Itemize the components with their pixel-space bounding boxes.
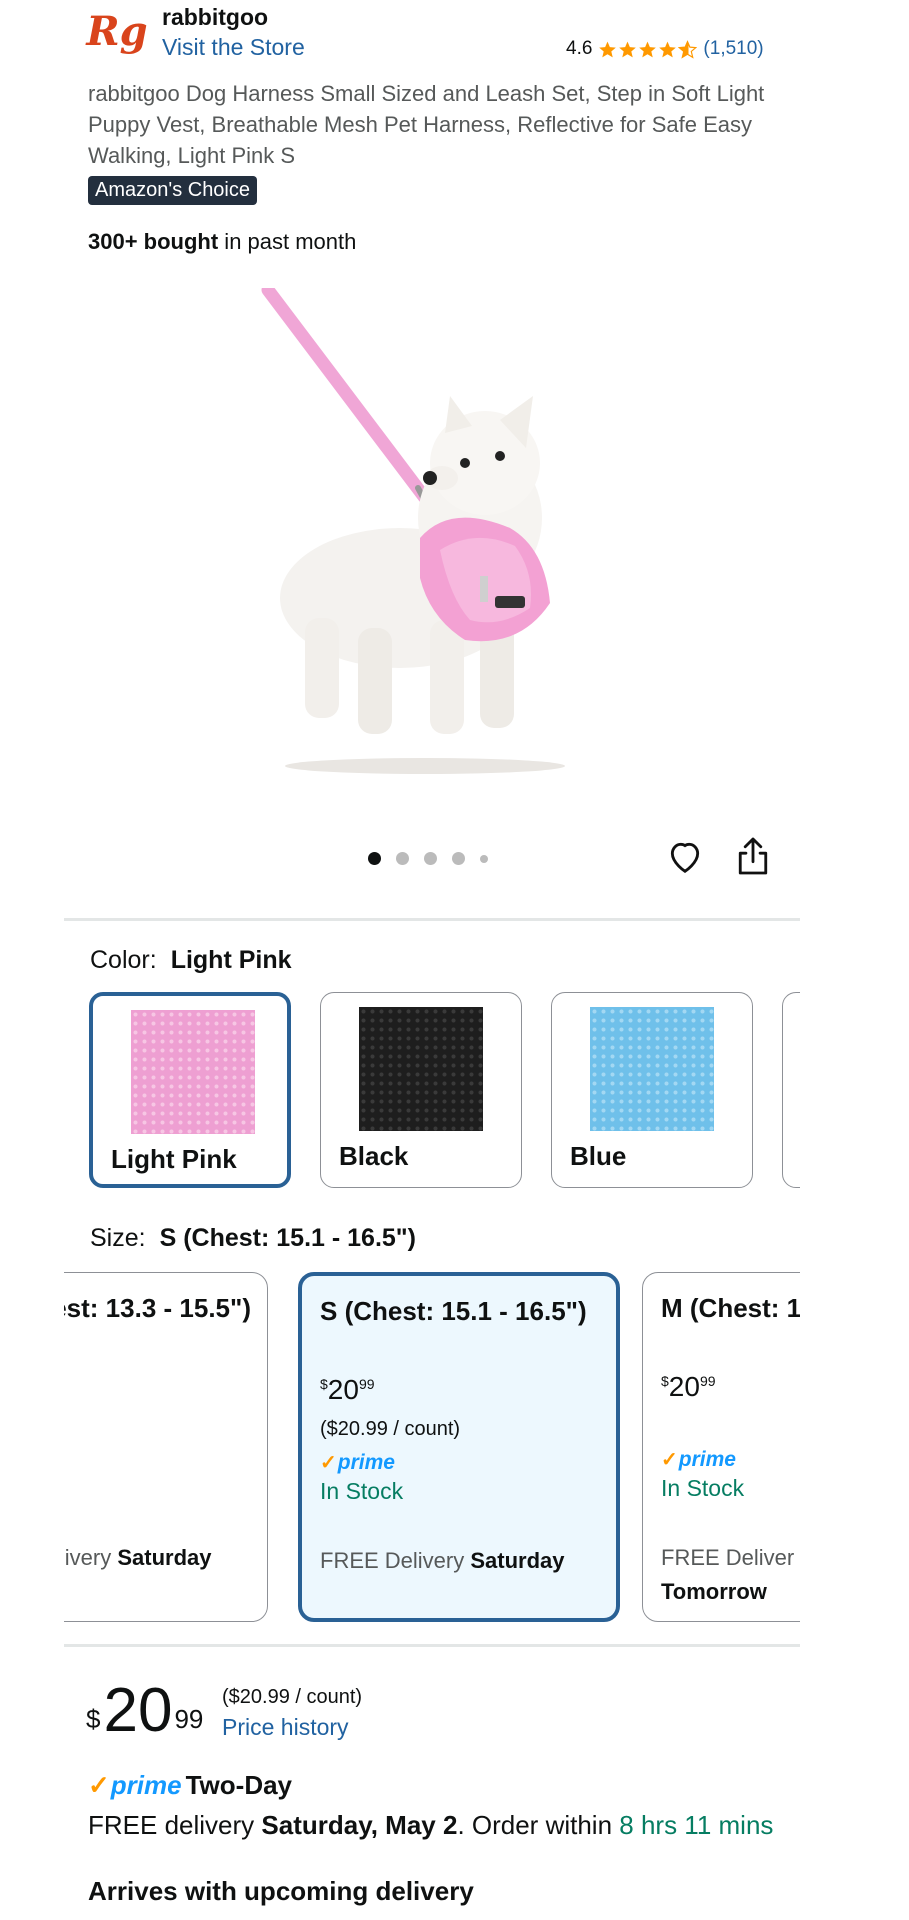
color-swatch-light-pink[interactable]: Light Pink: [89, 992, 291, 1188]
color-swatch-more[interactable]: [782, 992, 800, 1188]
pagination-dot[interactable]: [368, 852, 381, 865]
prime-word: prime: [337, 1451, 395, 1474]
delivery-info: FREE delivery Saturday, May 2. Order wit…: [88, 1808, 808, 1842]
delivery-prefix: FREE Deliver: [661, 1545, 795, 1570]
price-whole: 20: [103, 1676, 173, 1745]
swatch-image: [590, 1007, 714, 1131]
size-option-unit-price: ($20.99 / count): [320, 1418, 461, 1440]
stock-status: In Stock: [320, 1478, 404, 1504]
section-divider: [64, 1644, 800, 1647]
section-divider: [64, 918, 800, 921]
swatch-label: Light Pink: [111, 1144, 237, 1174]
delivery-countdown: 8 hrs 11 mins: [619, 1810, 774, 1840]
stock-status: In Stock: [661, 1475, 745, 1501]
color-swatch-blue[interactable]: Blue: [551, 992, 753, 1188]
main-price: $ 20 99: [86, 1678, 203, 1752]
swatch-label: Black: [339, 1141, 409, 1171]
image-pagination[interactable]: [368, 852, 488, 865]
star-icon: [599, 41, 617, 57]
delivery-day: Saturday: [470, 1548, 565, 1573]
size-option-list[interactable]: XS (Chest: 13.3 - 15.5") FREE Delivery S…: [64, 1270, 800, 1626]
size-option-title: M (Chest: 1: [661, 1293, 800, 1323]
unit-price: ($20.99 / count): [222, 1686, 363, 1708]
delivery-prefix: FREE Delivery: [64, 1545, 112, 1570]
swatch-label: Blue: [570, 1141, 627, 1171]
product-title: rabbitgoo Dog Harness Small Sized and Le…: [88, 81, 765, 168]
prime-word: prime: [110, 1770, 182, 1800]
star-rating: [598, 39, 698, 59]
delivery-prefix: FREE Delivery: [320, 1548, 471, 1573]
delivery-day: Tomorrow: [661, 1579, 767, 1604]
delivery-date: Saturday, May 2: [261, 1810, 458, 1840]
color-label: Color: Light Pink: [90, 946, 292, 975]
color-label-text: Color:: [90, 946, 157, 974]
price-cents: 99: [174, 1704, 204, 1734]
brand-logo[interactable]: Rg: [86, 4, 148, 58]
size-option-title: XS (Chest: 13.3 - 15.5"): [64, 1293, 251, 1323]
pagination-dot[interactable]: [480, 854, 488, 863]
pagination-dot[interactable]: [424, 852, 437, 865]
arrives-note: Arrives with upcoming delivery: [88, 1876, 474, 1906]
star-icon: [659, 41, 677, 57]
size-label: Size: S (Chest: 15.1 - 16.5"): [90, 1224, 416, 1253]
size-option-m[interactable]: M (Chest: 1 $2099 ✓ prime In Stock FREE D…: [642, 1272, 800, 1622]
prime-badge: ✓ prime: [88, 1770, 182, 1801]
prime-word: prime: [678, 1448, 736, 1471]
size-option-delivery: FREE Deliver Tomorrow: [661, 1541, 794, 1609]
price-whole: 20: [327, 1374, 359, 1405]
two-day-label: Two-Day: [185, 1770, 293, 1800]
star-icon: [639, 41, 657, 57]
review-count-link[interactable]: (1,510): [703, 38, 763, 60]
price-currency: $: [86, 1704, 101, 1734]
size-option-price: $2099: [320, 1374, 375, 1405]
bought-count-rest: in past month: [218, 229, 357, 254]
heart-icon[interactable]: [666, 838, 704, 876]
prime-check-icon: ✓: [661, 1449, 678, 1471]
size-option-delivery: FREE Delivery Saturday: [64, 1541, 212, 1575]
prime-check-icon: ✓: [320, 1452, 337, 1474]
size-option-price: $2099: [661, 1371, 716, 1402]
bought-count: 300+ bought in past month: [88, 229, 356, 255]
rating-value: 4.6: [566, 38, 593, 59]
price-cents: 99: [699, 1373, 716, 1389]
visit-store-link[interactable]: Visit the Store: [162, 34, 305, 61]
color-swatch-black[interactable]: Black: [320, 992, 522, 1188]
delivery-day: Saturday: [117, 1545, 212, 1570]
pagination-dot[interactable]: [396, 852, 409, 865]
dog-harness-image[interactable]: [250, 288, 610, 788]
rating-summary[interactable]: 4.6 (1,510): [566, 38, 764, 60]
prime-check-icon: ✓: [88, 1770, 110, 1800]
size-option-title: S (Chest: 15.1 - 16.5"): [320, 1296, 587, 1326]
pagination-dot[interactable]: [452, 852, 465, 865]
size-label-text: Size:: [90, 1224, 146, 1252]
color-swatch-list[interactable]: Light Pink Black Blue: [64, 990, 800, 1196]
size-option-delivery: FREE Delivery Saturday: [320, 1544, 565, 1578]
brand-name: rabbitgoo: [162, 4, 269, 30]
selected-color: Light Pink: [170, 946, 292, 974]
star-icon: [619, 41, 637, 57]
size-option-xs[interactable]: XS (Chest: 13.3 - 15.5") FREE Delivery S…: [64, 1272, 268, 1622]
price-cents: 99: [358, 1376, 375, 1392]
order-within: . Order within: [457, 1810, 620, 1840]
prime-badge: ✓ prime: [320, 1450, 395, 1475]
prime-two-day: ✓ prime Two-Day: [88, 1770, 292, 1801]
half-star-icon: [678, 39, 698, 59]
swatch-image: [131, 1010, 255, 1134]
prime-badge: ✓ prime: [661, 1447, 736, 1472]
swatch-image: [359, 1007, 483, 1131]
delivery-prefix: FREE delivery: [88, 1810, 262, 1840]
bought-count-bold: 300+ bought: [88, 229, 219, 254]
share-icon[interactable]: [736, 836, 770, 876]
size-option-s[interactable]: S (Chest: 15.1 - 16.5") $2099 ($20.99 / …: [298, 1272, 620, 1622]
amazons-choice-badge: Amazon's Choice: [88, 176, 257, 205]
price-whole: 20: [668, 1371, 700, 1402]
selected-size: S (Chest: 15.1 - 16.5"): [159, 1224, 416, 1252]
price-history-link[interactable]: Price history: [222, 1714, 349, 1741]
